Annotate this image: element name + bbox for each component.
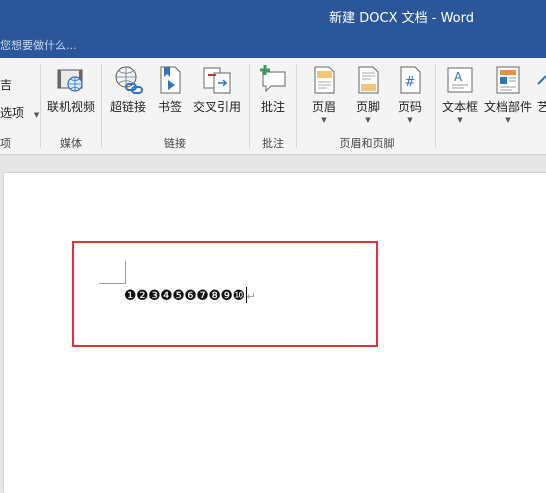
text-box-button[interactable]: A 文本框 ▼ (440, 64, 480, 124)
group-label-links: 链接 (164, 137, 186, 150)
group-separator (296, 64, 297, 148)
group-separator (101, 64, 102, 148)
page-number-button[interactable]: # 页码 ▼ (390, 64, 430, 124)
page-number-icon: # (394, 64, 426, 96)
group-label-media: 媒体 (60, 137, 82, 150)
wordart-label: 艺 (536, 100, 546, 114)
quick-parts-icon (492, 64, 524, 96)
svg-text:A: A (454, 70, 463, 84)
cross-reference-button[interactable]: 交叉引用 (190, 64, 244, 115)
text-box-icon: A (444, 64, 476, 96)
comment-button[interactable]: 批注 (254, 64, 292, 115)
svg-text:#: # (405, 75, 416, 90)
chevron-down-icon: ▼ (457, 116, 463, 124)
title-bar: 新建 DOCX 文档 - Word 您想要做什么... (0, 0, 546, 58)
online-video-label: 联机视频 (46, 100, 95, 114)
bookmark-button[interactable]: 书签 (152, 64, 188, 115)
group-separator (40, 64, 41, 148)
footer-label: 页脚 (355, 100, 380, 114)
chevron-down-icon: ▼ (321, 116, 327, 124)
document-page[interactable]: ❶❷❸❹❺❻❼❽❾❿ ↵ (4, 173, 546, 493)
footer-icon (352, 64, 384, 96)
footer-button[interactable]: 页脚 ▼ (348, 64, 388, 124)
chevron-down-icon: ▼ (365, 116, 371, 124)
quick-parts-label: 文档部件 (483, 100, 532, 114)
chevron-down-icon: ▼ (505, 116, 511, 124)
page-number-label: 页码 (397, 100, 422, 114)
header-button[interactable]: 页眉 ▼ (304, 64, 344, 124)
group-separator (435, 64, 436, 148)
hyperlink-icon (112, 64, 144, 96)
tell-me-search[interactable]: 您想要做什么... (0, 37, 77, 53)
quick-parts-button[interactable]: 文档部件 ▼ (481, 64, 535, 124)
bookmark-label: 书签 (157, 100, 182, 114)
cross-reference-label: 交叉引用 (192, 100, 241, 114)
window-title: 新建 DOCX 文档 - Word (329, 11, 474, 26)
wordart-icon (536, 64, 546, 96)
online-video-icon (55, 64, 87, 96)
partial-group-label: 项 (0, 137, 11, 150)
document-area: ❶❷❸❹❺❻❼❽❾❿ ↵ (0, 155, 546, 493)
text-box-label: 文本框 (441, 100, 478, 114)
group-label-header-footer: 页眉和页脚 (339, 137, 395, 150)
header-icon (308, 64, 340, 96)
chevron-down-icon: ▼ (407, 116, 413, 124)
cross-reference-icon (201, 64, 233, 96)
comment-label: 批注 (260, 100, 285, 114)
wordart-button[interactable]: 艺 (536, 64, 546, 115)
header-label: 页眉 (311, 100, 336, 114)
bookmark-icon (154, 64, 186, 96)
group-label-comments: 批注 (262, 137, 284, 150)
hyperlink-label: 超链接 (109, 100, 146, 114)
highlight-box (72, 241, 378, 347)
hyperlink-button[interactable]: 超链接 (106, 64, 150, 115)
online-video-button[interactable]: 联机视频 (44, 64, 98, 115)
partial-button-top[interactable]: 吉 (0, 76, 12, 93)
partial-button-options[interactable]: 选项 ▼ (0, 104, 39, 121)
group-separator (249, 64, 250, 148)
comment-icon (257, 64, 289, 96)
ribbon-insert: 吉 选项 ▼ 项 联机视频 媒体 超链接 书签 交叉引用 链接 批注 批注 页眉… (0, 58, 546, 155)
